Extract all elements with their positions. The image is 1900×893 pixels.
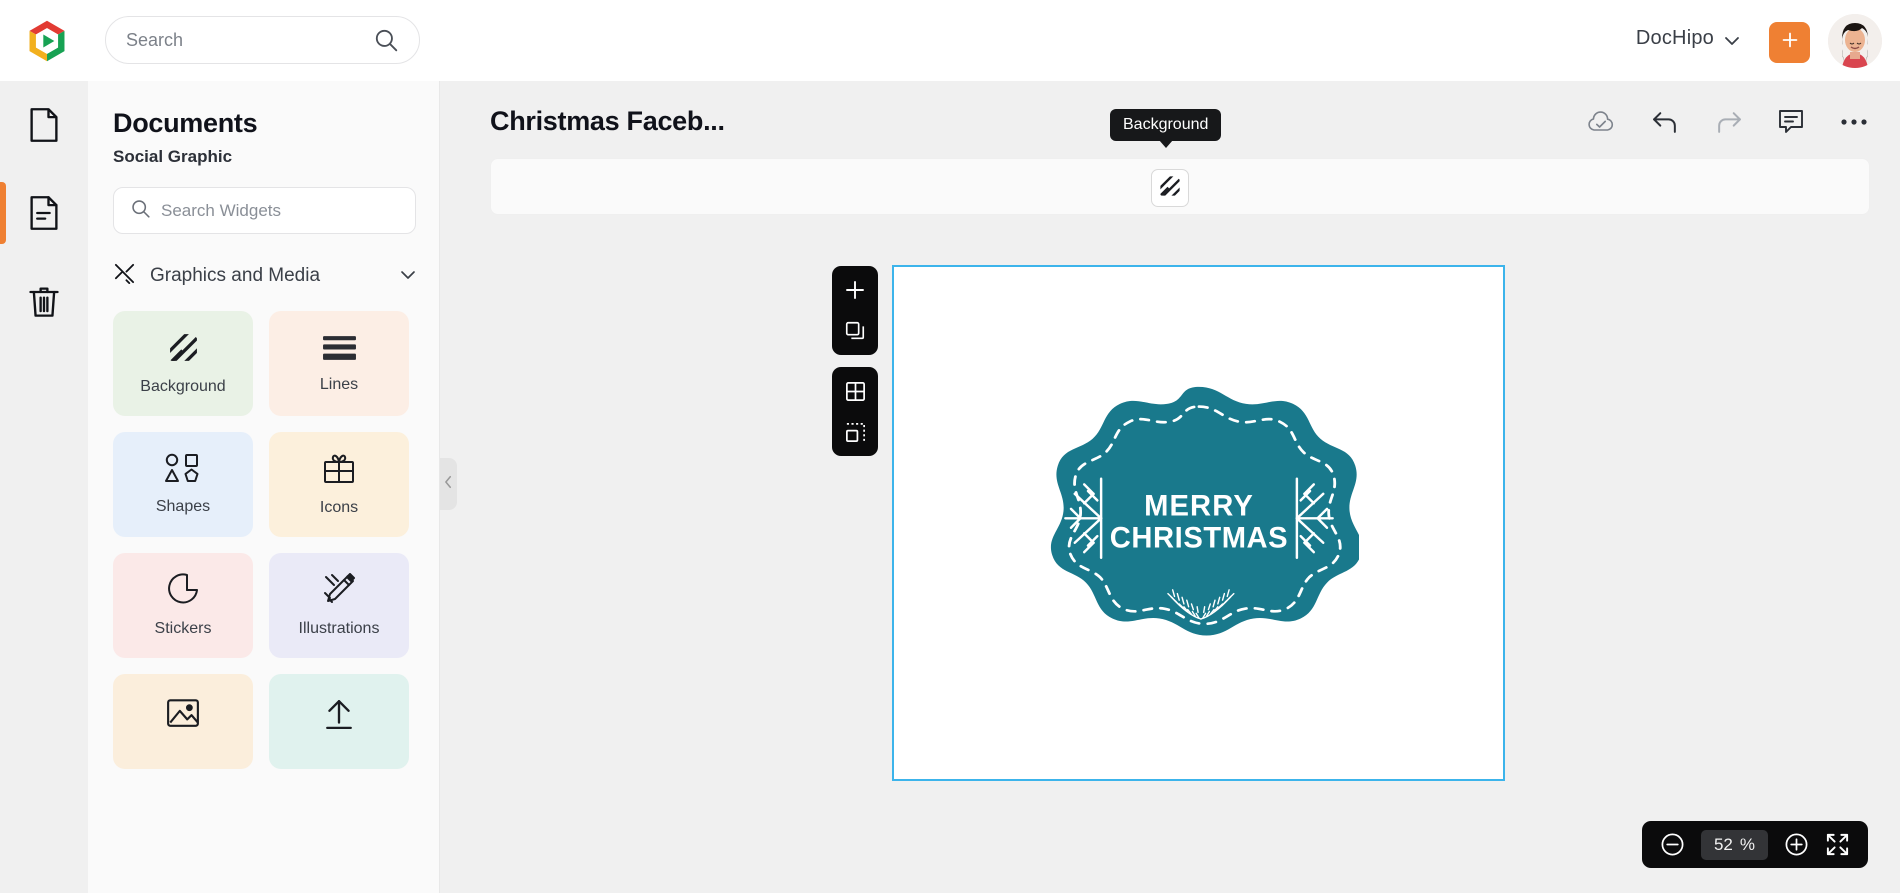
plus-icon xyxy=(1779,29,1801,56)
widget-card-label: Shapes xyxy=(155,498,211,515)
sidebar-item-blank-page[interactable] xyxy=(0,81,88,169)
diagonal-stripes-icon xyxy=(1158,174,1182,203)
chevron-down-icon[interactable] xyxy=(1724,33,1740,45)
properties-ribbon: Background xyxy=(490,109,1870,215)
widget-card-label: Illustrations xyxy=(298,620,380,637)
sidebar-item-documents[interactable] xyxy=(0,169,88,257)
comment-icon[interactable] xyxy=(1778,109,1804,135)
cloud-saved-icon[interactable] xyxy=(1586,110,1616,134)
document-type-label: Social Graphic xyxy=(113,147,233,166)
zoom-level-field[interactable]: 52 % xyxy=(1700,829,1768,860)
editor-toolbar-icons xyxy=(1586,109,1868,135)
page-title: Documents xyxy=(113,108,258,138)
more-options-icon[interactable] xyxy=(1840,118,1868,126)
duplicate-page-button[interactable] xyxy=(840,316,870,346)
account-name[interactable]: DocHipo xyxy=(1636,27,1714,50)
zoom-out-button[interactable] xyxy=(1660,832,1685,857)
search-icon[interactable] xyxy=(373,27,399,53)
sidebar-item-trash[interactable] xyxy=(0,257,88,345)
gift-icon xyxy=(322,452,356,489)
dochipo-play-logo-icon[interactable] xyxy=(24,18,70,64)
section-label: Graphics and Media xyxy=(150,265,321,286)
avatar[interactable] xyxy=(1828,14,1882,68)
search-widgets-field[interactable] xyxy=(113,187,416,234)
snap-button[interactable] xyxy=(840,417,870,447)
widget-card-lines[interactable]: Lines xyxy=(269,311,409,416)
chevron-left-icon xyxy=(444,475,453,494)
zoom-level-unit: % xyxy=(1739,834,1755,854)
image-icon xyxy=(166,698,200,733)
badge-text-line-2: CHRISTMAS xyxy=(1109,522,1287,554)
chevron-down-icon[interactable] xyxy=(400,267,416,285)
undo-icon[interactable] xyxy=(1652,110,1679,135)
diagonal-stripes-icon xyxy=(168,332,199,368)
fullscreen-button[interactable] xyxy=(1825,832,1850,857)
grid-button[interactable] xyxy=(840,376,870,406)
widget-card-icons[interactable]: Icons xyxy=(269,432,409,537)
pencil-ruler-icon xyxy=(322,573,356,610)
widget-card-background[interactable]: Background xyxy=(113,311,253,416)
widget-card-label: Background xyxy=(140,377,226,395)
zoom-in-button[interactable] xyxy=(1784,832,1809,857)
page-tool-group-add xyxy=(832,266,878,355)
top-bar: DocHipo xyxy=(0,0,1900,81)
editor-area: Christmas Faceb... Background MERRY CHRI… xyxy=(440,81,1900,893)
widget-card-photos[interactable] xyxy=(113,674,253,769)
widgets-panel: Documents Social Graphic Graphics and Me… xyxy=(88,81,440,893)
zoom-level-value: 52 xyxy=(1713,834,1733,854)
widget-card-label: Stickers xyxy=(154,620,212,637)
shapes-icon xyxy=(165,453,201,488)
tooltip-background: Background xyxy=(1110,109,1222,141)
dochipo-editor-app: DocHipo xyxy=(0,0,1900,893)
search-icon xyxy=(130,198,151,224)
zoom-control: 52 % xyxy=(1641,821,1868,868)
global-search[interactable] xyxy=(105,16,420,64)
badge-text-line-1: MERRY xyxy=(1144,490,1254,522)
left-rail xyxy=(0,81,88,893)
redo-icon[interactable] xyxy=(1715,110,1742,135)
christmas-badge-artwork[interactable]: MERRY CHRISTMAS xyxy=(1039,363,1362,683)
search-widgets-input[interactable] xyxy=(161,188,399,233)
upload-icon xyxy=(323,698,355,735)
background-tool-button[interactable] xyxy=(1151,169,1189,207)
lines-icon xyxy=(322,334,357,366)
sticker-icon xyxy=(167,573,199,610)
widget-card-illustrations[interactable]: Illustrations xyxy=(269,553,409,658)
page-tools xyxy=(832,266,878,456)
search-input[interactable] xyxy=(126,17,373,63)
section-graphics-and-media[interactable]: Graphics and Media xyxy=(113,261,416,291)
widget-card-stickers[interactable]: Stickers xyxy=(113,553,253,658)
graphics-media-icon xyxy=(113,262,136,290)
add-new-button[interactable] xyxy=(1769,22,1810,63)
document-title[interactable]: Christmas Faceb... xyxy=(490,106,725,137)
widget-card-shapes[interactable]: Shapes xyxy=(113,432,253,537)
canvas-page[interactable]: MERRY CHRISTMAS xyxy=(892,265,1505,781)
add-page-button[interactable] xyxy=(840,275,870,305)
page-tool-group-layout xyxy=(832,367,878,456)
widget-card-upload[interactable] xyxy=(269,674,409,769)
collapse-panel-button[interactable] xyxy=(440,458,457,510)
widget-card-grid: Background Lines Shapes Icons Stickers I… xyxy=(113,311,416,769)
widget-card-label: Lines xyxy=(319,375,359,393)
widget-card-label: Icons xyxy=(319,499,359,516)
